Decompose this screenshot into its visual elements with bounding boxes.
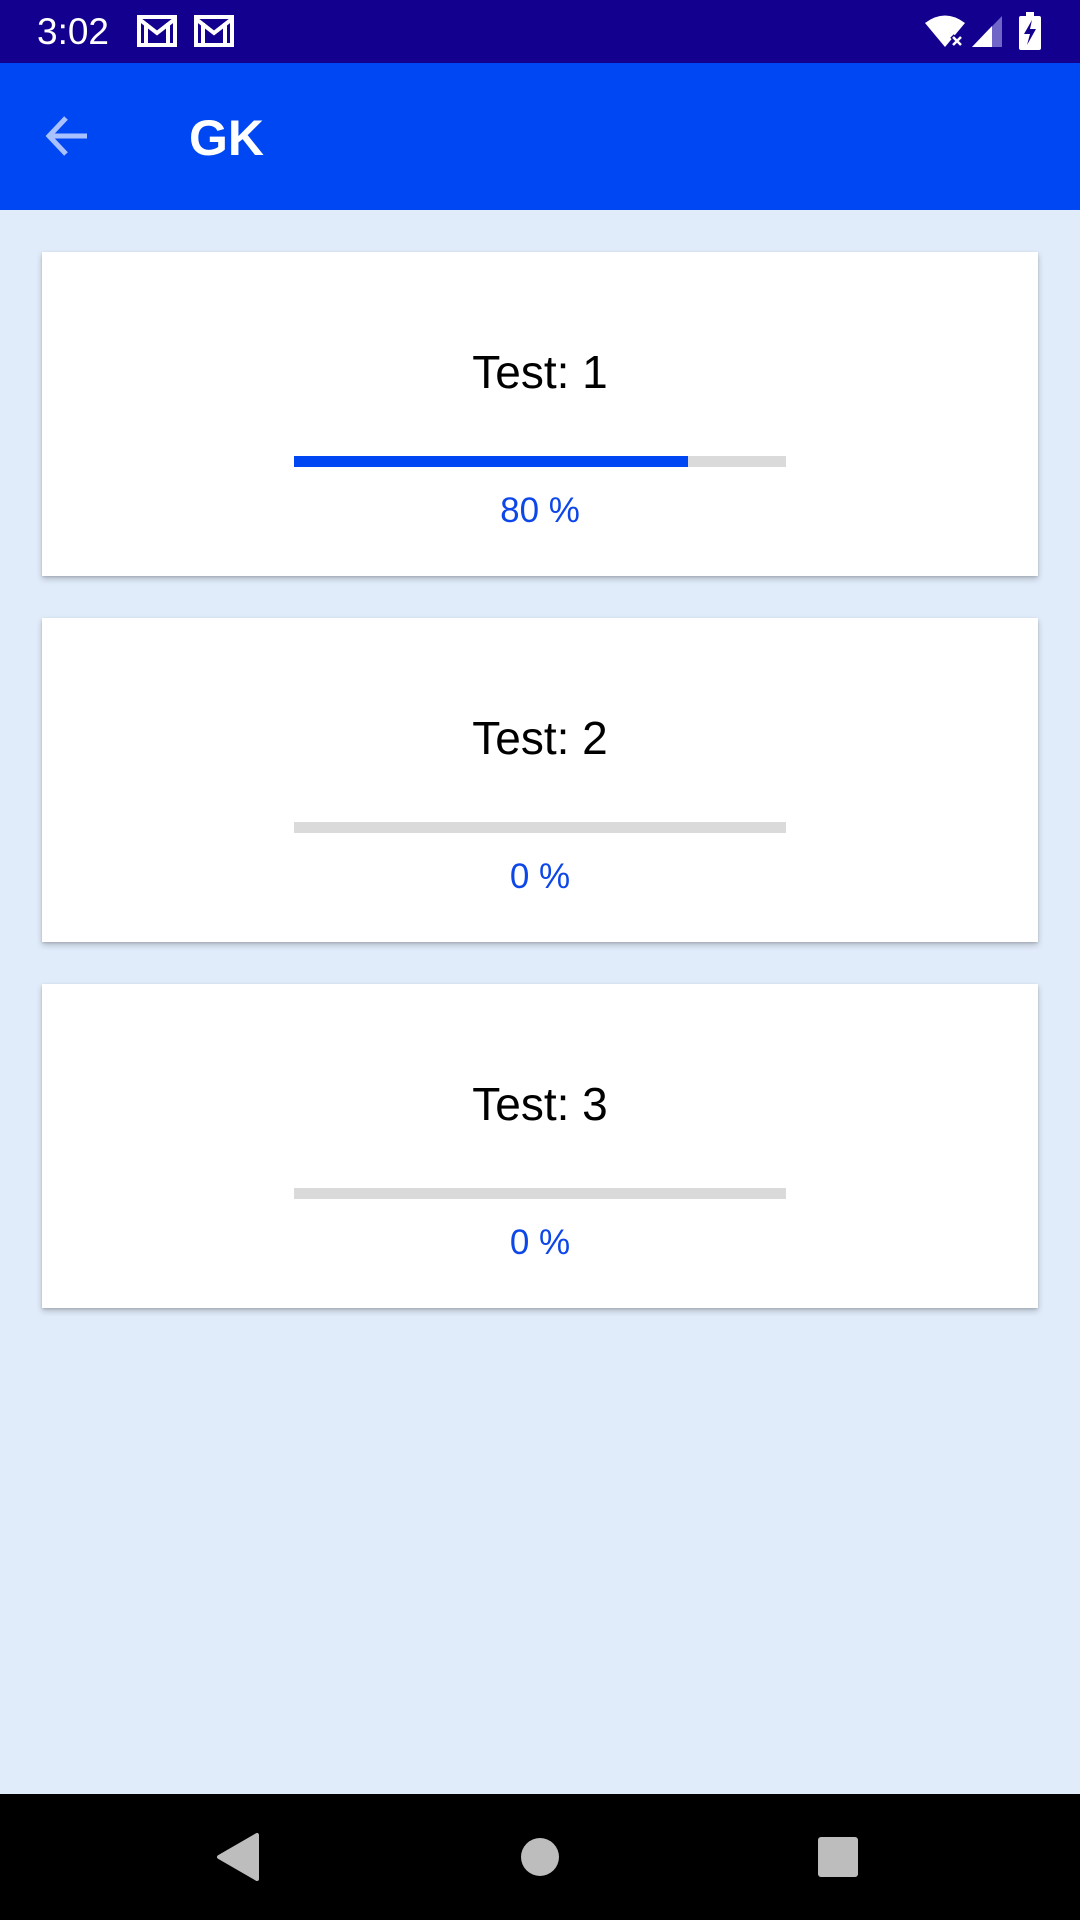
progress-bar (294, 1188, 786, 1199)
test-list: Test: 1 80 % Test: 2 0 % Test: 3 0 % (42, 252, 1038, 1350)
status-bar: 3:02 (0, 0, 1080, 63)
navigation-bar (0, 1794, 1080, 1920)
progress-label: 80 % (500, 491, 580, 530)
battery-charging-icon (1019, 12, 1041, 50)
progress-bar (294, 456, 786, 467)
nav-back-button[interactable] (211, 1829, 267, 1885)
progress-fill (294, 456, 688, 467)
gmail-icon (137, 15, 177, 47)
test-card-2[interactable]: Test: 2 0 % (42, 618, 1038, 942)
back-button[interactable] (34, 103, 100, 169)
nav-recents-button[interactable] (810, 1829, 866, 1885)
test-card-3[interactable]: Test: 3 0 % (42, 984, 1038, 1308)
wifi-off-icon (925, 15, 965, 48)
app-bar: GK (0, 63, 1080, 210)
gmail-icon (194, 15, 234, 47)
progress-label: 0 % (509, 857, 571, 896)
nav-home-button[interactable] (512, 1829, 568, 1885)
arrow-back-icon (45, 116, 87, 156)
page-title: GK (189, 110, 264, 166)
test-title: Test: 1 (472, 346, 608, 398)
status-time: 3:02 (37, 11, 110, 52)
screen: 3:02 GK Test: 1 80 % Test: 2 0 % Test: 3… (0, 0, 1080, 1920)
test-card-1[interactable]: Test: 1 80 % (42, 252, 1038, 576)
progress-bar (294, 822, 786, 833)
test-title: Test: 3 (472, 1078, 608, 1130)
test-title: Test: 2 (472, 712, 608, 764)
progress-label: 0 % (509, 1223, 571, 1262)
signal-icon (972, 16, 1002, 47)
